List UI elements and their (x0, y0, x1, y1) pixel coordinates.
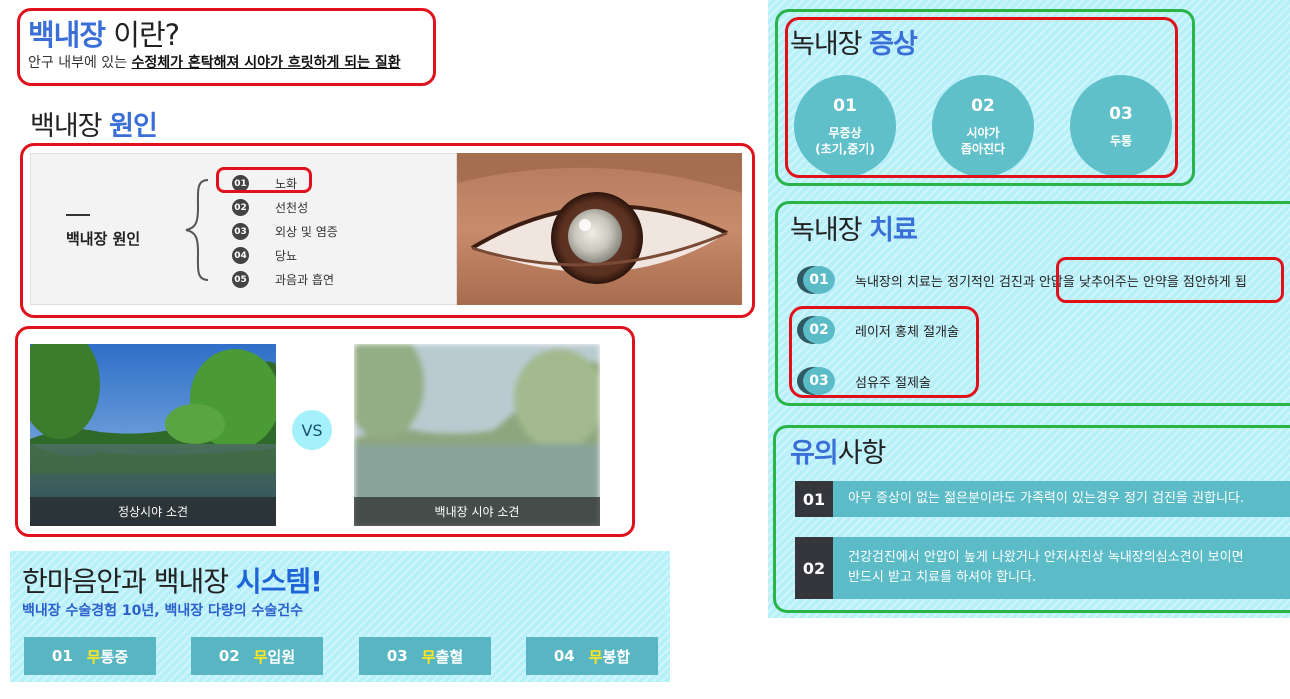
annotation-box (773, 425, 1290, 613)
system-item: 01 무통증 (24, 637, 156, 675)
system-item-label: 입원 (267, 647, 296, 666)
system-item-mu: 무 (253, 647, 268, 666)
title-plain: 백내장 (30, 111, 110, 142)
system-item: 04 무봉합 (526, 637, 658, 675)
title-highlight: 원인 (109, 111, 158, 142)
system-item-mu: 무 (421, 647, 436, 666)
system-item-number: 03 (386, 647, 408, 665)
system-item-number: 02 (218, 647, 240, 665)
annotation-box (1056, 257, 1284, 303)
system-item-mu: 무 (86, 647, 101, 666)
system-item-number: 01 (51, 647, 73, 665)
system-subtitle: 백내장 수술경험 10년, 백내장 다량의 수술건수 (22, 603, 304, 619)
system-title: 한마음안과 백내장 시스템! (22, 560, 323, 600)
annotation-box (785, 17, 1178, 178)
title-highlight: 시스템! (235, 565, 323, 598)
system-item-mu: 무 (588, 647, 603, 666)
annotation-box (216, 167, 312, 193)
system-item-label: 출혈 (435, 647, 464, 666)
system-item-label: 통증 (100, 647, 129, 666)
annotation-box (789, 306, 979, 398)
causes-title: 백내장 원인 (30, 104, 158, 143)
system-item-number: 04 (553, 647, 575, 665)
system-item: 02 무입원 (191, 637, 323, 675)
annotation-box (20, 143, 755, 318)
title-plain: 한마음안과 백내장 (22, 565, 236, 598)
annotation-box (15, 326, 635, 537)
system-item: 03 무출혈 (359, 637, 491, 675)
system-item-label: 봉합 (602, 647, 631, 666)
annotation-box (17, 8, 436, 86)
